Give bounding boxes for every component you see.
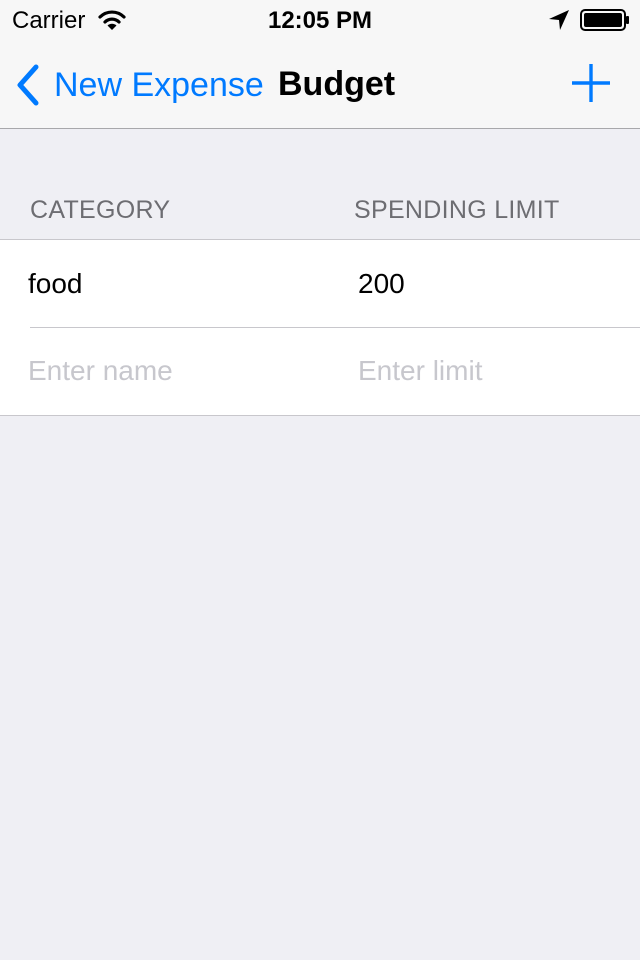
budget-table: food 200 xyxy=(0,239,640,416)
back-button[interactable]: New Expense xyxy=(14,62,264,108)
plus-icon xyxy=(572,64,610,102)
table-header: CATEGORY SPENDING LIMIT xyxy=(0,190,640,230)
limit-input[interactable] xyxy=(358,348,618,394)
status-time: 12:05 PM xyxy=(267,7,373,34)
limit-cell[interactable]: 200 xyxy=(358,262,405,306)
name-input[interactable] xyxy=(28,348,328,394)
location-icon xyxy=(549,10,569,30)
header-spending-limit: SPENDING LIMIT xyxy=(354,196,560,224)
category-cell[interactable]: food xyxy=(28,262,83,306)
back-label: New Expense xyxy=(54,66,264,104)
status-bar: Carrier 12:05 PM xyxy=(0,0,640,40)
add-button[interactable] xyxy=(568,60,614,106)
new-row xyxy=(0,328,640,415)
navigation-bar: New Expense Budget xyxy=(0,40,640,129)
header-category: CATEGORY xyxy=(30,196,171,224)
page-title: Budget xyxy=(278,65,396,103)
battery-icon xyxy=(580,9,629,31)
table-row[interactable]: food 200 xyxy=(0,240,640,327)
chevron-left-icon xyxy=(17,64,39,106)
